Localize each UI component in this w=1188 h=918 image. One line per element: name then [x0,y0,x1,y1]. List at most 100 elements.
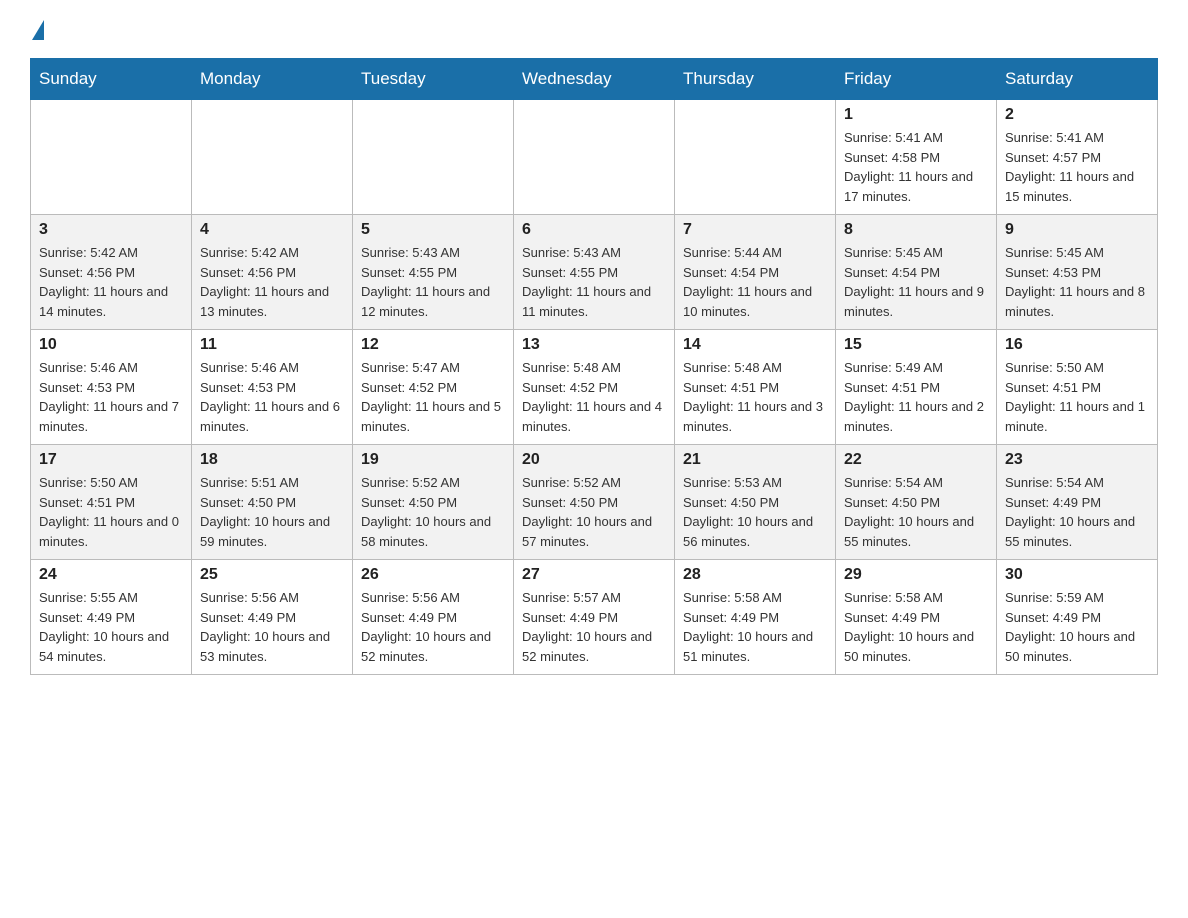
calendar-cell: 17 Sunrise: 5:50 AMSunset: 4:51 PMDayligh… [31,445,192,560]
day-info: Sunrise: 5:43 AMSunset: 4:55 PMDaylight:… [522,243,666,321]
calendar-cell: 3 Sunrise: 5:42 AMSunset: 4:56 PMDaylight… [31,215,192,330]
day-number: 6 [522,221,666,239]
day-number: 11 [200,336,344,354]
day-number: 25 [200,566,344,584]
calendar-cell [31,100,192,215]
calendar-cell: 29 Sunrise: 5:58 AMSunset: 4:49 PMDayligh… [836,560,997,675]
calendar-cell: 26Sunrise: 5:56 AMSunset: 4:49 PMDayligh… [353,560,514,675]
calendar-cell: 12 Sunrise: 5:47 AMSunset: 4:52 PMDayligh… [353,330,514,445]
day-info: Sunrise: 5:53 AMSunset: 4:50 PMDaylight:… [683,473,827,551]
calendar-week-row: 3 Sunrise: 5:42 AMSunset: 4:56 PMDaylight… [31,215,1158,330]
calendar-cell [514,100,675,215]
day-info: Sunrise: 5:58 AMSunset: 4:49 PMDaylight:… [683,588,827,666]
calendar-cell: 4Sunrise: 5:42 AMSunset: 4:56 PMDaylight… [192,215,353,330]
day-info: Sunrise: 5:56 AMSunset: 4:49 PMDaylight:… [200,588,344,666]
calendar-table: SundayMondayTuesdayWednesdayThursdayFrid… [30,58,1158,675]
calendar-cell: 15 Sunrise: 5:49 AMSunset: 4:51 PMDayligh… [836,330,997,445]
day-number: 24 [39,566,183,584]
day-number: 2 [1005,106,1149,124]
day-info: Sunrise: 5:46 AMSunset: 4:53 PMDaylight:… [200,358,344,436]
day-info: Sunrise: 5:56 AMSunset: 4:49 PMDaylight:… [361,588,505,666]
calendar-cell: 28Sunrise: 5:58 AMSunset: 4:49 PMDayligh… [675,560,836,675]
day-number: 13 [522,336,666,354]
day-info: Sunrise: 5:43 AMSunset: 4:55 PMDaylight:… [361,243,505,321]
logo-triangle-icon [32,20,44,40]
day-info: Sunrise: 5:46 AMSunset: 4:53 PMDaylight:… [39,358,183,436]
calendar-cell: 20Sunrise: 5:52 AMSunset: 4:50 PMDayligh… [514,445,675,560]
day-number: 15 [844,336,988,354]
day-info: Sunrise: 5:47 AMSunset: 4:52 PMDaylight:… [361,358,505,436]
calendar-cell: 5Sunrise: 5:43 AMSunset: 4:55 PMDaylight… [353,215,514,330]
day-number: 10 [39,336,183,354]
day-info: Sunrise: 5:45 AMSunset: 4:54 PMDaylight:… [844,243,988,321]
day-info: Sunrise: 5:48 AMSunset: 4:52 PMDaylight:… [522,358,666,436]
calendar-cell: 8 Sunrise: 5:45 AMSunset: 4:54 PMDaylight… [836,215,997,330]
calendar-cell: 11 Sunrise: 5:46 AMSunset: 4:53 PMDayligh… [192,330,353,445]
weekday-header-row: SundayMondayTuesdayWednesdayThursdayFrid… [31,59,1158,100]
day-info: Sunrise: 5:57 AMSunset: 4:49 PMDaylight:… [522,588,666,666]
day-number: 16 [1005,336,1149,354]
calendar-cell: 10 Sunrise: 5:46 AMSunset: 4:53 PMDayligh… [31,330,192,445]
day-info: Sunrise: 5:51 AMSunset: 4:50 PMDaylight:… [200,473,344,551]
day-info: Sunrise: 5:42 AMSunset: 4:56 PMDaylight:… [200,243,344,321]
calendar-cell [192,100,353,215]
day-number: 22 [844,451,988,469]
day-info: Sunrise: 5:52 AMSunset: 4:50 PMDaylight:… [522,473,666,551]
calendar-cell: 24 Sunrise: 5:55 AMSunset: 4:49 PMDayligh… [31,560,192,675]
calendar-cell: 2 Sunrise: 5:41 AMSunset: 4:57 PMDaylight… [997,100,1158,215]
calendar-cell: 25 Sunrise: 5:56 AMSunset: 4:49 PMDayligh… [192,560,353,675]
day-info: Sunrise: 5:54 AMSunset: 4:49 PMDaylight:… [1005,473,1149,551]
calendar-week-row: 1 Sunrise: 5:41 AMSunset: 4:58 PMDaylight… [31,100,1158,215]
weekday-header-sunday: Sunday [31,59,192,100]
calendar-cell: 22 Sunrise: 5:54 AMSunset: 4:50 PMDayligh… [836,445,997,560]
day-number: 7 [683,221,827,239]
calendar-cell: 13 Sunrise: 5:48 AMSunset: 4:52 PMDayligh… [514,330,675,445]
day-info: Sunrise: 5:45 AMSunset: 4:53 PMDaylight:… [1005,243,1149,321]
day-info: Sunrise: 5:49 AMSunset: 4:51 PMDaylight:… [844,358,988,436]
weekday-header-monday: Monday [192,59,353,100]
day-number: 21 [683,451,827,469]
calendar-cell: 27 Sunrise: 5:57 AMSunset: 4:49 PMDayligh… [514,560,675,675]
calendar-cell [675,100,836,215]
day-number: 12 [361,336,505,354]
day-info: Sunrise: 5:50 AMSunset: 4:51 PMDaylight:… [1005,358,1149,436]
day-info: Sunrise: 5:42 AMSunset: 4:56 PMDaylight:… [39,243,183,321]
day-number: 14 [683,336,827,354]
day-info: Sunrise: 5:44 AMSunset: 4:54 PMDaylight:… [683,243,827,321]
day-number: 1 [844,106,988,124]
day-info: Sunrise: 5:41 AMSunset: 4:57 PMDaylight:… [1005,128,1149,206]
calendar-week-row: 10 Sunrise: 5:46 AMSunset: 4:53 PMDayligh… [31,330,1158,445]
weekday-header-friday: Friday [836,59,997,100]
day-info: Sunrise: 5:50 AMSunset: 4:51 PMDaylight:… [39,473,183,551]
day-number: 19 [361,451,505,469]
day-info: Sunrise: 5:41 AMSunset: 4:58 PMDaylight:… [844,128,988,206]
day-number: 29 [844,566,988,584]
day-info: Sunrise: 5:54 AMSunset: 4:50 PMDaylight:… [844,473,988,551]
calendar-cell: 18 Sunrise: 5:51 AMSunset: 4:50 PMDayligh… [192,445,353,560]
calendar-cell: 16 Sunrise: 5:50 AMSunset: 4:51 PMDayligh… [997,330,1158,445]
calendar-cell: 30Sunrise: 5:59 AMSunset: 4:49 PMDayligh… [997,560,1158,675]
weekday-header-thursday: Thursday [675,59,836,100]
day-number: 18 [200,451,344,469]
calendar-cell: 23Sunrise: 5:54 AMSunset: 4:49 PMDayligh… [997,445,1158,560]
day-info: Sunrise: 5:52 AMSunset: 4:50 PMDaylight:… [361,473,505,551]
page-header [30,20,1158,38]
logo [30,20,44,38]
day-number: 30 [1005,566,1149,584]
weekday-header-tuesday: Tuesday [353,59,514,100]
day-number: 3 [39,221,183,239]
day-info: Sunrise: 5:55 AMSunset: 4:49 PMDaylight:… [39,588,183,666]
day-number: 8 [844,221,988,239]
calendar-cell: 14 Sunrise: 5:48 AMSunset: 4:51 PMDayligh… [675,330,836,445]
calendar-cell: 9 Sunrise: 5:45 AMSunset: 4:53 PMDaylight… [997,215,1158,330]
calendar-cell [353,100,514,215]
day-number: 27 [522,566,666,584]
calendar-cell: 21 Sunrise: 5:53 AMSunset: 4:50 PMDayligh… [675,445,836,560]
calendar-week-row: 24 Sunrise: 5:55 AMSunset: 4:49 PMDayligh… [31,560,1158,675]
day-number: 17 [39,451,183,469]
day-number: 9 [1005,221,1149,239]
day-info: Sunrise: 5:58 AMSunset: 4:49 PMDaylight:… [844,588,988,666]
day-info: Sunrise: 5:48 AMSunset: 4:51 PMDaylight:… [683,358,827,436]
calendar-cell: 19 Sunrise: 5:52 AMSunset: 4:50 PMDayligh… [353,445,514,560]
calendar-week-row: 17 Sunrise: 5:50 AMSunset: 4:51 PMDayligh… [31,445,1158,560]
